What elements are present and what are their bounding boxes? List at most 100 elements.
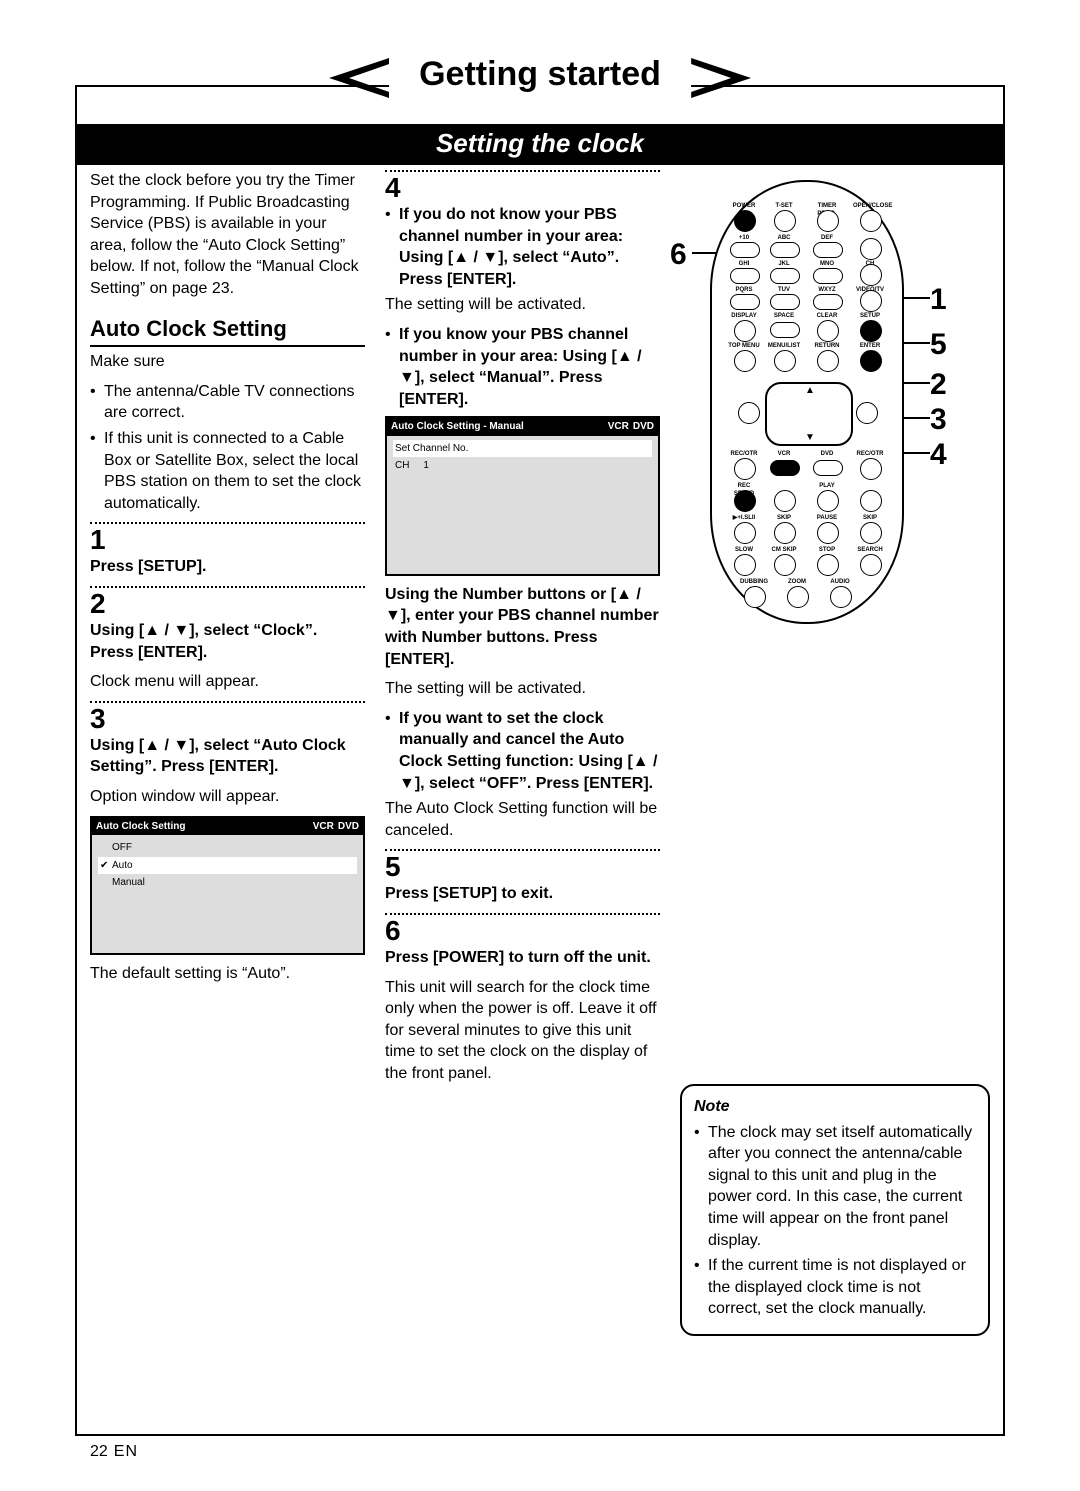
nav-up-icon: ▲: [805, 384, 815, 398]
setup-button[interactable]: [860, 320, 882, 342]
note-item: If the current time is not displayed or …: [694, 1255, 976, 1320]
btn-label: DISPLAY: [727, 312, 761, 320]
enter-button[interactable]: [860, 350, 882, 372]
btn-label: +10: [727, 234, 761, 242]
num-6-button[interactable]: [813, 268, 843, 284]
step-1-instruction: Press [SETUP].: [90, 556, 365, 578]
section-subtitle: Setting the clock: [77, 124, 1003, 165]
osd-title: Auto Clock Setting: [96, 820, 185, 834]
nav-pad[interactable]: ▲ ▼: [765, 382, 853, 446]
clear-button[interactable]: [817, 320, 839, 342]
column-2: 4 If you do not know your PBS channel nu…: [385, 170, 660, 1426]
nav-right-button[interactable]: [856, 402, 878, 424]
num-4-button[interactable]: [730, 268, 760, 284]
btn-label: PQRS: [727, 286, 761, 294]
slow-button[interactable]: [734, 554, 756, 576]
power-button[interactable]: [734, 210, 756, 232]
step-number: 6: [385, 917, 660, 945]
open-close-button[interactable]: [860, 210, 882, 232]
skip-back-button[interactable]: [774, 522, 796, 544]
banner-right-wing: [691, 58, 751, 98]
cm-skip-button[interactable]: [774, 554, 796, 576]
manual-page: Getting started Setting the clock Set th…: [0, 0, 1080, 1491]
rec-otr-vcr-button[interactable]: [734, 458, 756, 480]
btn-label: CM SKIP: [767, 546, 801, 554]
step-4a-instruction: If you do not know your PBS channel numb…: [399, 206, 623, 288]
note-box: Note The clock may set itself automatica…: [680, 1084, 990, 1336]
pause-button[interactable]: [817, 522, 839, 544]
menu-list-button[interactable]: [774, 350, 796, 372]
btn-label: CLEAR: [810, 312, 844, 320]
note-item: The clock may set itself automatically a…: [694, 1122, 976, 1252]
btn-label: PAUSE: [810, 514, 844, 522]
dot-button[interactable]: [860, 238, 882, 260]
osd-tag: DVD: [633, 420, 654, 434]
btn-label: REC/OTR: [853, 450, 887, 458]
btn-label: POWER: [727, 202, 761, 210]
btn-label: MENU/LIST: [767, 342, 801, 350]
num-5-button[interactable]: [770, 268, 800, 284]
transport-button[interactable]: [860, 490, 882, 512]
step-number: 3: [90, 705, 365, 733]
btn-label: REC/OTR: [727, 450, 761, 458]
step-divider: [90, 701, 365, 703]
remote-control-outline: POWER T-SET TIMER PROG. OPEN/CLOSE +10: [710, 180, 904, 624]
nav-left-button[interactable]: [738, 402, 760, 424]
audio-button[interactable]: [830, 586, 852, 608]
num-8-button[interactable]: [770, 294, 800, 310]
btn-label: MNO: [810, 260, 844, 268]
osd-channel-row: CH 1: [393, 457, 652, 475]
zoom-button[interactable]: [787, 586, 809, 608]
num-9-button[interactable]: [813, 294, 843, 310]
rec-speed-button[interactable]: [734, 490, 756, 512]
search-button[interactable]: [860, 554, 882, 576]
note-heading: Note: [694, 1096, 976, 1118]
tset-button[interactable]: [774, 210, 796, 232]
step-6-instruction: Press [POWER] to turn off the unit.: [385, 947, 660, 969]
chapter-banner: Getting started: [329, 55, 751, 100]
auto-clock-heading: Auto Clock Setting: [90, 314, 365, 348]
makesure-lead: Make sure: [90, 351, 365, 373]
btn-label: TOP MENU: [727, 342, 761, 350]
display-button[interactable]: [734, 320, 756, 342]
dubbing-button[interactable]: [744, 586, 766, 608]
num-0-button[interactable]: [770, 322, 800, 338]
num-1-button[interactable]: [730, 242, 760, 258]
top-menu-button[interactable]: [734, 350, 756, 372]
rec-otr-dvd-button[interactable]: [860, 458, 882, 480]
num-3-button[interactable]: [813, 242, 843, 258]
osd-option-manual: Manual: [98, 874, 357, 892]
btn-label: RETURN: [810, 342, 844, 350]
page-number: 22EN: [90, 1443, 138, 1461]
btn-label: STOP: [810, 546, 844, 554]
step-divider: [90, 522, 365, 524]
btn-label: AUDIO: [823, 578, 857, 586]
transport-button[interactable]: [774, 490, 796, 512]
play-button[interactable]: [817, 490, 839, 512]
callout-5: 5: [930, 325, 947, 366]
step-divider: [385, 913, 660, 915]
step-number: 1: [90, 526, 365, 554]
callout-4: 4: [930, 435, 947, 476]
ch-up-button[interactable]: [860, 264, 882, 286]
nav-down-icon: ▼: [805, 431, 815, 445]
btn-label: DVD: [810, 450, 844, 458]
return-button[interactable]: [817, 350, 839, 372]
dvd-mode-button[interactable]: [813, 460, 843, 476]
step-number: 4: [385, 174, 660, 202]
timer-prog-button[interactable]: [817, 210, 839, 232]
makesure-item: If this unit is connected to a Cable Box…: [90, 428, 365, 514]
btn-label: SETUP: [853, 312, 887, 320]
num-7-button[interactable]: [730, 294, 760, 310]
vcr-mode-button[interactable]: [770, 460, 800, 476]
skip-fwd-button[interactable]: [860, 522, 882, 544]
stop-button[interactable]: [817, 554, 839, 576]
transport-button[interactable]: [734, 522, 756, 544]
btn-label: VCR: [767, 450, 801, 458]
osd-tag: DVD: [338, 820, 359, 834]
step-3-footer: The default setting is “Auto”.: [90, 963, 365, 985]
chapter-title: Getting started: [389, 55, 691, 100]
ch-down-button[interactable]: [860, 290, 882, 312]
num-2-button[interactable]: [770, 242, 800, 258]
banner-left-wing: [329, 58, 389, 98]
